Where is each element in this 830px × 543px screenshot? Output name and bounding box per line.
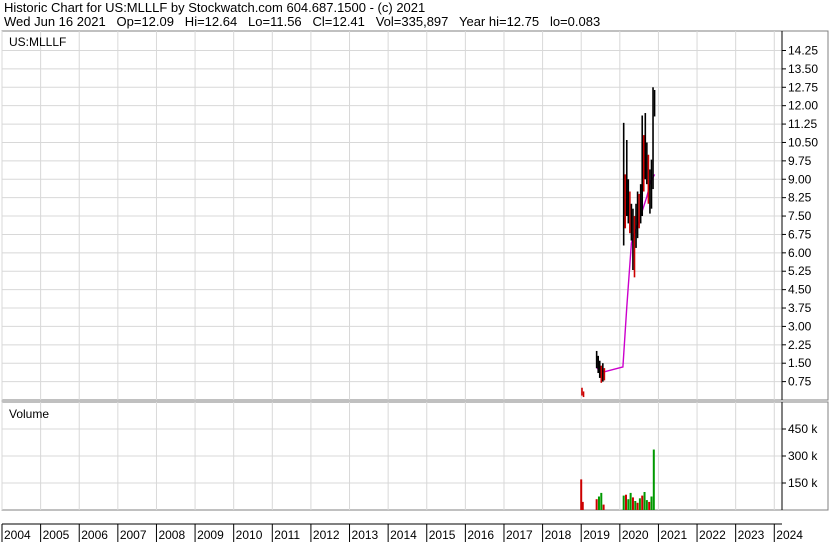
volume-bar	[636, 502, 639, 510]
stock-chart: 2004 2005 2006 2007 2008 2009 2010 2011 2012 2013…	[1, 30, 829, 542]
x-tick-label: 2024	[776, 528, 803, 542]
price-y-tick-label: 6.75	[788, 227, 812, 241]
volume-bar	[634, 501, 637, 510]
x-tick-label: 2007	[120, 528, 147, 542]
price-y-tick-label: 12.75	[788, 80, 818, 94]
price-y-tick-label: 13.50	[788, 62, 818, 76]
volume-bar	[631, 497, 634, 510]
price-y-tick-label: 9.75	[788, 154, 812, 168]
x-tick-label: 2020	[622, 528, 649, 542]
price-y-tick-label: 0.75	[788, 375, 812, 389]
volume-bar	[645, 500, 648, 510]
price-y-tick-label: 3.75	[788, 301, 812, 315]
volume-bar	[625, 494, 627, 510]
price-y-tick-label: 6.00	[788, 246, 812, 260]
x-tick-label: 2011	[274, 528, 300, 542]
volume-bar	[638, 498, 641, 510]
volume-bar	[643, 492, 646, 510]
volume-bar	[595, 499, 598, 510]
x-tick-label: 2006	[81, 528, 108, 542]
x-tick-label: 2023	[738, 528, 765, 542]
volume-bar	[581, 501, 584, 510]
x-tick-label: 2019	[583, 528, 610, 542]
price-y-tick-label: 7.50	[788, 209, 812, 223]
x-tick-label: 2021	[660, 528, 687, 542]
x-tick-label: 2012	[313, 528, 340, 542]
volume-bar	[600, 492, 603, 510]
price-y-tick-label: 14.25	[788, 43, 818, 57]
volume-bar	[622, 495, 625, 510]
volume-y-tick-label: 150 k	[788, 476, 818, 490]
x-tick-label: 2015	[429, 528, 456, 542]
volume-bar	[627, 499, 630, 510]
price-y-tick-label: 1.50	[788, 356, 812, 370]
price-y-tick-label: 9.00	[788, 172, 812, 186]
volume-bar	[597, 496, 600, 510]
x-tick-label: 2014	[390, 528, 417, 542]
volume-bar	[650, 496, 653, 510]
volume-bar	[602, 504, 605, 510]
x-tick-label: 2005	[43, 528, 70, 542]
price-y-tick-label: 11.25	[788, 117, 817, 131]
volume-bar	[648, 501, 651, 510]
x-tick-label: 2009	[197, 528, 224, 542]
price-y-tick-label: 12.00	[788, 99, 818, 113]
volume-panel-title: Volume	[9, 407, 49, 421]
price-y-tick-label: 5.25	[788, 264, 812, 278]
x-tick-label: 2010	[236, 528, 263, 542]
price-panel-title: US:MLLLF	[9, 35, 66, 49]
x-tick-label: 2008	[158, 528, 185, 542]
price-y-tick-label: 2.25	[788, 338, 812, 352]
price-y-tick-label: 10.50	[788, 135, 818, 149]
x-tick-label: 2017	[506, 528, 533, 542]
volume-bar	[652, 449, 655, 510]
price-y-tick-label: 3.00	[788, 319, 812, 333]
price-y-tick-label: 4.50	[788, 283, 812, 297]
x-tick-label: 2013	[352, 528, 379, 542]
price-y-tick-label: 8.25	[788, 191, 812, 205]
x-tick-label: 2016	[467, 528, 494, 542]
x-tick-label: 2018	[545, 528, 572, 542]
volume-bar	[629, 492, 632, 510]
volume-y-tick-label: 300 k	[788, 449, 818, 463]
volume-y-tick-label: 450 k	[788, 422, 818, 436]
x-tick-label: 2022	[699, 528, 726, 542]
volume-bar	[641, 495, 644, 510]
x-tick-label: 2004	[4, 528, 31, 542]
